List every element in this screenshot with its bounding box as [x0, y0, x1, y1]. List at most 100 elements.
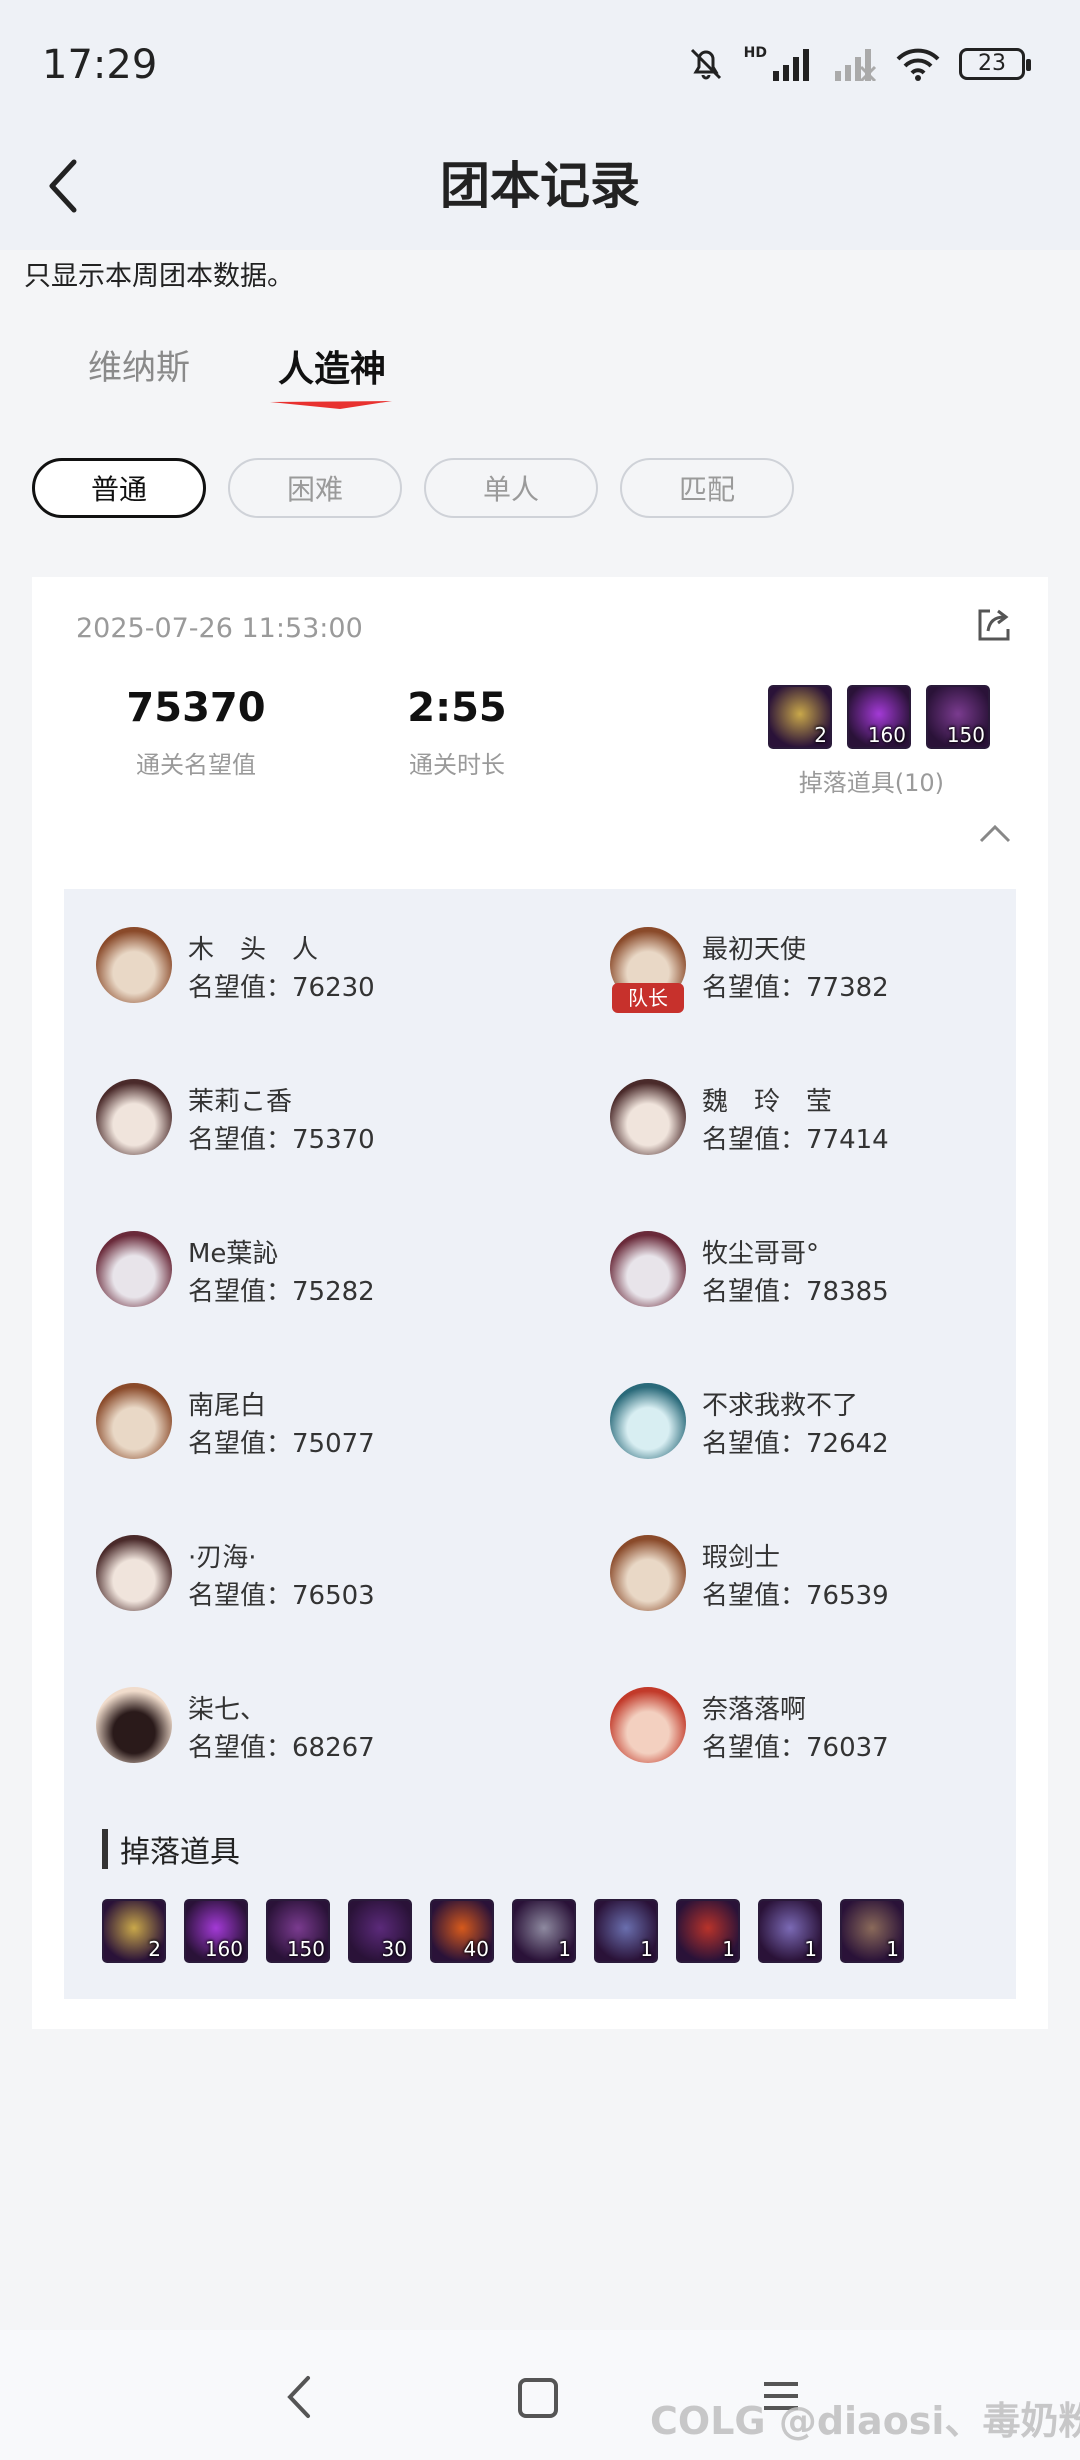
member-item[interactable]: Me葉訫 名望值：75282 — [96, 1231, 536, 1341]
signal-icon — [773, 49, 809, 81]
avatar — [96, 927, 172, 1003]
difficulty-filters: 普通 困难 单人 匹配 — [32, 458, 794, 518]
filter-normal[interactable]: 普通 — [32, 458, 206, 518]
signal-off-icon — [835, 49, 877, 81]
active-tab-indicator — [270, 401, 392, 409]
avatar — [610, 1383, 686, 1459]
member-reputation: 名望值：77382 — [702, 967, 889, 1004]
member-name: ·刃海· — [188, 1543, 257, 1573]
nav-back-button[interactable] — [280, 2372, 320, 2422]
fire-ring-item-icon[interactable]: 40 — [430, 1899, 494, 1963]
duration-value: 2:55 — [407, 685, 507, 731]
purple-rune-item-icon[interactable]: 150 — [266, 1899, 330, 1963]
members-panel: 掉落道具 2 160 150 30 40 1 1 1 1 1 木 头 人名望值：76230 队长 最初… — [64, 889, 1016, 1999]
item-quantity: 2 — [148, 1937, 161, 1961]
member-name: Me葉訫 — [188, 1239, 279, 1269]
duration-label: 通关时长 — [409, 751, 505, 779]
member-reputation: 名望值：75370 — [188, 1119, 375, 1156]
member-name: 奈落落啊 — [702, 1695, 807, 1725]
purple-orb-item-icon[interactable]: 160 — [847, 685, 911, 749]
purple-rune-item-icon[interactable]: 150 — [926, 685, 990, 749]
member-reputation: 名望值：76230 — [188, 967, 375, 1004]
avatar — [96, 1687, 172, 1763]
reputation-prefix: 名望值： — [702, 1277, 807, 1307]
member-item[interactable]: 不求我救不了 名望值：72642 — [610, 1383, 1050, 1493]
reputation-number: 77414 — [806, 1125, 889, 1155]
member-name: 瑕剑士 — [702, 1543, 781, 1573]
gold-leaf-item-icon[interactable]: 2 — [102, 1899, 166, 1963]
tab-artificial-god[interactable]: 人造神 — [278, 340, 386, 392]
system-nav-bar: COLG @diaosi、毒奶粉 — [0, 2330, 1080, 2460]
avatar — [96, 1535, 172, 1611]
reputation-number: 76230 — [292, 973, 375, 1003]
member-item[interactable]: 队长 最初天使 名望值：77382 — [610, 927, 1050, 1037]
reputation-number: 75282 — [292, 1277, 375, 1307]
reputation-prefix: 名望值： — [702, 1733, 807, 1763]
item-quantity: 150 — [286, 1937, 325, 1961]
filter-solo[interactable]: 单人 — [424, 458, 598, 518]
bell-muted-icon — [690, 48, 721, 80]
reputation-number: 68267 — [292, 1733, 375, 1763]
member-reputation: 名望值：78385 — [702, 1271, 889, 1308]
reputation-prefix: 名望值： — [188, 1125, 293, 1155]
drops-count-label: 掉落道具(10) — [798, 769, 944, 797]
member-reputation: 名望值：75282 — [188, 1271, 375, 1308]
reputation-number: 78385 — [806, 1277, 889, 1307]
avatar — [96, 1231, 172, 1307]
scroll-item-icon[interactable]: 1 — [840, 1899, 904, 1963]
gold-leaf-item-icon[interactable]: 2 — [768, 685, 832, 749]
member-item[interactable]: 茉莉こ香 名望值：75370 — [96, 1079, 536, 1189]
member-item[interactable]: 魏 玲 莹名望值：77414 — [610, 1079, 1050, 1189]
avatar — [610, 1231, 686, 1307]
reputation-prefix: 名望值： — [188, 1429, 293, 1459]
raid-record-card: 2025-07-26 11:53:00 75370 通关名望值 2:55 通关时… — [32, 577, 1048, 2029]
page-title: 团本记录 — [440, 157, 640, 215]
filter-hard[interactable]: 困难 — [228, 458, 402, 518]
reputation-prefix: 名望值： — [188, 973, 293, 1003]
avatar — [610, 1687, 686, 1763]
raid-tabs: 维纳斯 人造神 — [0, 330, 1080, 420]
dark-orb-item-icon[interactable]: 30 — [348, 1899, 412, 1963]
reputation-number: 77382 — [806, 973, 889, 1003]
member-item[interactable]: 牧尘哥哥° 名望值：78385 — [610, 1231, 1050, 1341]
chevron-up-icon[interactable] — [978, 821, 1012, 845]
item-quantity: 160 — [204, 1937, 243, 1961]
drop-preview[interactable]: 2 160 150 — [768, 685, 990, 749]
reputation-value: 75370 — [126, 685, 266, 731]
member-name: 茉莉こ香 — [188, 1087, 293, 1117]
member-item[interactable]: 瑕剑士 名望值：76539 — [610, 1535, 1050, 1645]
filter-match[interactable]: 匹配 — [620, 458, 794, 518]
tab-venus[interactable]: 维纳斯 — [88, 340, 190, 389]
member-reputation: 名望值：76037 — [702, 1727, 889, 1764]
member-item[interactable]: ·刃海· 名望值：76503 — [96, 1535, 536, 1645]
item-quantity: 40 — [463, 1937, 489, 1961]
reputation-number: 75370 — [292, 1125, 375, 1155]
nav-home-button[interactable] — [518, 2378, 558, 2418]
member-reputation: 名望值：76539 — [702, 1575, 889, 1612]
duration-stat: 2:55 通关时长 — [357, 685, 557, 780]
hd-label: HD — [743, 45, 767, 61]
member-item[interactable]: 奈落落啊 名望值：76037 — [610, 1687, 1050, 1797]
member-item[interactable]: 木 头 人名望值：76230 — [96, 927, 536, 1037]
member-name: 最初天使 — [702, 935, 807, 965]
member-item[interactable]: 柒七、 名望值：68267 — [96, 1687, 536, 1797]
status-bar: 17:29 HD 23 — [0, 0, 1080, 130]
member-reputation: 名望值：68267 — [188, 1727, 375, 1764]
box-item-icon[interactable]: 1 — [758, 1899, 822, 1963]
member-reputation: 名望值：72642 — [702, 1423, 889, 1460]
watermark-text: COLG @diaosi、毒奶粉 — [650, 2399, 1080, 2443]
shard-item-icon[interactable]: 1 — [594, 1899, 658, 1963]
chest-item-icon[interactable]: 1 — [512, 1899, 576, 1963]
red-box-item-icon[interactable]: 1 — [676, 1899, 740, 1963]
item-quantity: 1 — [886, 1937, 899, 1961]
reputation-prefix: 名望值： — [702, 1125, 807, 1155]
member-item[interactable]: 南尾白 名望值：75077 — [96, 1383, 536, 1493]
avatar — [96, 1383, 172, 1459]
member-name: 南尾白 — [188, 1391, 267, 1421]
purple-orb-item-icon[interactable]: 160 — [184, 1899, 248, 1963]
item-quantity: 30 — [381, 1937, 407, 1961]
item-quantity: 1 — [804, 1937, 817, 1961]
item-quantity: 150 — [946, 723, 985, 747]
reputation-number: 72642 — [806, 1429, 889, 1459]
share-icon[interactable] — [974, 605, 1014, 645]
